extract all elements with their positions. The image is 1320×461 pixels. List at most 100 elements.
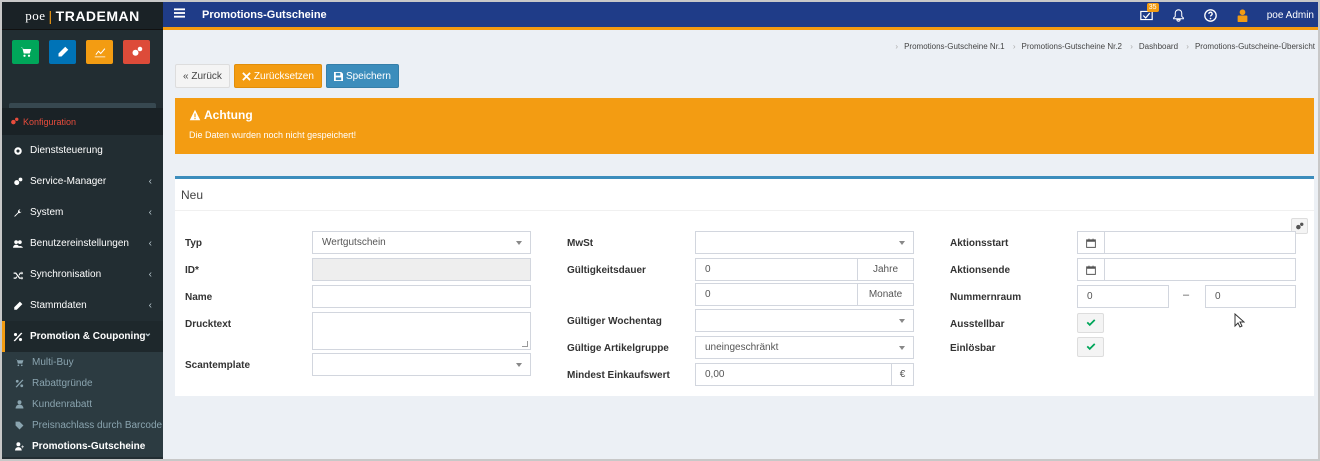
check-icon (1086, 343, 1095, 351)
ausstellbar-checkbox[interactable] (1077, 313, 1104, 333)
submenu-promotion: Multi-Buy Rabattgründe Kundenrabatt Prei… (2, 352, 163, 457)
breadcrumb-item[interactable]: Dashboard (1139, 42, 1178, 51)
sidebar-item-label: Synchronisation (30, 269, 102, 280)
drucktext-textarea[interactable] (312, 312, 531, 350)
sidebar-subitem-multi-buy[interactable]: Multi-Buy (2, 352, 163, 373)
drucktext-label: Drucktext (185, 319, 232, 330)
range-separator: – (1183, 289, 1190, 301)
sidebar-item-label: Dienststeuerung (30, 145, 103, 156)
sidebar-item-system[interactable]: System ‹ (2, 197, 163, 228)
hamburger-icon (174, 8, 185, 18)
gear-icon (14, 146, 22, 155)
check-icon (1086, 319, 1095, 327)
resize-handle[interactable] (522, 341, 528, 347)
menu-toggle[interactable] (174, 8, 185, 21)
chevron-left-icon: ‹ (148, 176, 152, 187)
sidebar-subitem-preisnachlass-barcode[interactable]: Preisnachlass durch Barcode (2, 415, 163, 436)
sidebar-item-label: Service-Manager (30, 176, 107, 187)
wrench-icon (14, 208, 22, 217)
quick-cart-button[interactable] (12, 40, 39, 64)
wochentag-select[interactable] (695, 309, 914, 332)
sidebar-subitem-kundenrabatt[interactable]: Kundenrabatt (2, 394, 163, 415)
sidebar-subitem-promotions-gutscheine[interactable]: Promotions-Gutscheine (2, 436, 163, 457)
quick-chart-button[interactable] (86, 40, 113, 64)
sidebar-menu: Konfiguration Dienststeuerung Service-Ma… (2, 108, 163, 457)
save-button[interactable]: Speichern (325, 64, 399, 88)
chevron-left-icon: ‹ (148, 207, 152, 218)
breadcrumb-item[interactable]: Promotions-Gutscheine Nr.2 (1022, 42, 1123, 51)
sidebar-item-service-manager[interactable]: Service-Manager ‹ (2, 166, 163, 197)
action-bar: « Zurück Zurücksetzen Speichern (175, 64, 399, 88)
breadcrumb-item[interactable]: Promotions-Gutscheine-Übersicht (1195, 42, 1315, 51)
chevron-left-icon: ‹ (148, 238, 152, 249)
sidebar-item-dienststeuerung[interactable]: Dienststeuerung (2, 135, 163, 166)
artikelgruppe-select[interactable]: uneingeschränkt (695, 336, 914, 359)
artikelgruppe-label: Gültige Artikelgruppe (567, 343, 669, 354)
monate-addon: Monate (857, 283, 914, 306)
reset-button[interactable]: Zurücksetzen (233, 64, 322, 88)
sidebar-item-promotion-couponing[interactable]: Promotion & Couponing ⌄ (2, 321, 163, 352)
ausstellbar-label: Ausstellbar (950, 319, 1005, 330)
quick-buttons (2, 30, 163, 95)
user-icon (15, 400, 24, 409)
users-icon (13, 239, 23, 248)
mindest-einkaufswert-input[interactable]: 0,00 (695, 363, 892, 386)
scantemplate-label: Scantemplate (185, 360, 251, 371)
mwst-label: MwSt (567, 238, 594, 249)
warning-icon (189, 109, 201, 121)
help-button[interactable] (1195, 8, 1227, 22)
notifications-button[interactable] (1163, 8, 1195, 22)
user-avatar[interactable] (1227, 8, 1259, 22)
messages-button[interactable]: 35 (1131, 2, 1163, 22)
cogs-icon (11, 117, 19, 125)
aktionsstart-calendar-button[interactable] (1077, 231, 1105, 254)
calendar-icon (1086, 265, 1096, 275)
help-icon (1204, 8, 1218, 22)
quick-edit-button[interactable] (49, 40, 76, 64)
scantemplate-select[interactable] (312, 353, 531, 376)
logo[interactable]: poe | TRADEMAN (2, 2, 163, 30)
chevron-left-icon: ‹ (148, 269, 152, 280)
monate-input[interactable]: 0 (695, 283, 858, 306)
aktionsende-calendar-button[interactable] (1077, 258, 1105, 281)
sidebar-item-label: System (30, 207, 64, 218)
bell-icon (1173, 8, 1185, 22)
percent-icon (15, 379, 24, 388)
pencil-icon (14, 301, 23, 310)
nummernraum-from-input[interactable]: 0 (1077, 285, 1169, 308)
notification-badge: 35 (1146, 2, 1159, 12)
card-title: Neu (181, 188, 204, 202)
quick-settings-button[interactable] (123, 40, 150, 64)
user-plus-icon (15, 442, 24, 451)
back-button[interactable]: « Zurück (175, 64, 230, 88)
einloesbar-label: Einlösbar (950, 343, 996, 354)
breadcrumb-item[interactable]: Promotions-Gutscheine Nr.1 (904, 42, 1005, 51)
username[interactable]: poe Admin (1267, 10, 1314, 21)
menu-section-header: Konfiguration (2, 108, 163, 135)
typ-select[interactable]: Wertgutschein (312, 231, 531, 254)
breadcrumb: › Promotions-Gutscheine Nr.1 › Promotions-… (895, 42, 1315, 51)
chart-icon (94, 48, 105, 58)
sidebar-subitem-rabattgruende[interactable]: Rabattgründe (2, 373, 163, 394)
aktionsstart-input[interactable] (1104, 231, 1296, 254)
cogs-icon (1296, 222, 1304, 229)
id-input[interactable] (312, 258, 531, 281)
id-label: ID* (185, 265, 199, 276)
mwst-select[interactable] (695, 231, 914, 254)
nummernraum-to-input[interactable]: 0 (1205, 285, 1296, 308)
sidebar-item-stammdaten[interactable]: Stammdaten ‹ (2, 290, 163, 321)
user-lock-icon (1237, 8, 1248, 22)
floppy-icon (333, 71, 343, 81)
sidebar-item-benutzereinstellungen[interactable]: Benutzereinstellungen ‹ (2, 228, 163, 259)
app-frame: poe | TRADEMAN Konfigurat (0, 0, 1320, 461)
logo-brand: TRADEMAN (55, 7, 140, 24)
wochentag-label: Gültiger Wochentag (567, 316, 662, 327)
alert-message: Die Daten wurden noch nicht gespeichert! (189, 130, 357, 140)
alert-title: Achtung (204, 108, 253, 122)
jahre-input[interactable]: 0 (695, 258, 858, 281)
einloesbar-checkbox[interactable] (1077, 337, 1104, 357)
aktionsende-input[interactable] (1104, 258, 1296, 281)
sidebar-item-synchronisation[interactable]: Synchronisation ‹ (2, 259, 163, 290)
topbar-right: 35 poe Admin (1131, 2, 1314, 28)
name-input[interactable] (312, 285, 531, 308)
